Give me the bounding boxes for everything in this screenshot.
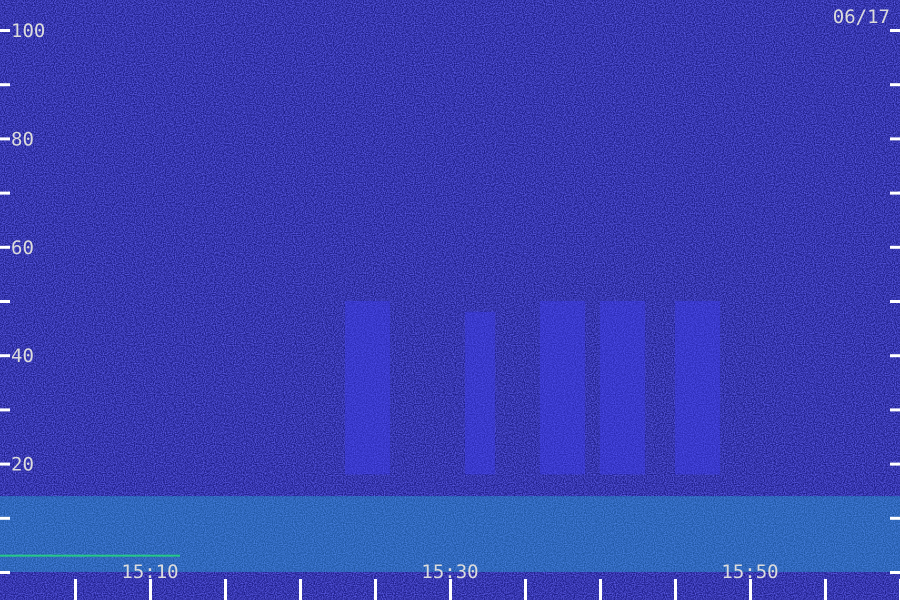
low-band-line	[0, 554, 180, 557]
signal-burst-2	[465, 311, 495, 475]
y-tick-right-10	[890, 516, 900, 520]
x-tick-major-9	[674, 579, 677, 600]
y-tick-right-40	[890, 354, 900, 358]
date-label: 06/17	[833, 6, 890, 28]
y-tick-left-50	[0, 300, 10, 303]
y-tick-left-30	[0, 408, 10, 412]
y-tick-left-40	[0, 354, 10, 358]
y-tick-left-70	[0, 191, 10, 195]
y-tick-right-0	[890, 571, 900, 574]
signal-burst-3	[540, 301, 585, 475]
y-tick-right-80	[890, 137, 900, 141]
y-tick-right-30	[890, 408, 900, 412]
y-tick-left-10	[0, 516, 10, 520]
signal-burst-1	[345, 301, 390, 475]
y-tick-left-60	[0, 245, 10, 249]
signal-burst-5	[675, 301, 720, 475]
y-tick-left-20	[0, 462, 10, 466]
y-tick-left-0	[0, 571, 10, 574]
y-tick-label: 40	[11, 345, 34, 367]
y-tick-label: 80	[11, 128, 34, 150]
y-tick-right-100	[890, 29, 900, 32]
y-tick-right-20	[890, 462, 900, 466]
x-tick-major-11	[824, 579, 827, 600]
y-tick-label: 60	[11, 237, 34, 259]
x-tick-major-3	[224, 579, 227, 600]
y-tick-label: 20	[11, 454, 34, 476]
x-tick-major-4	[299, 579, 302, 600]
x-tick-major-8	[599, 579, 602, 600]
spectrogram-chart: 20 40 60 80 100 15:10 15:30 15:50 06/17	[0, 0, 900, 600]
y-tick-right-70	[890, 191, 900, 195]
x-tick-label: 15:50	[721, 561, 778, 583]
x-tick-label: 15:10	[121, 561, 178, 583]
x-tick-label: 15:30	[421, 561, 478, 583]
x-tick-major-1	[74, 579, 77, 600]
y-tick-left-100	[0, 29, 10, 32]
y-tick-label: 100	[11, 20, 45, 42]
x-tick-major-7	[524, 579, 527, 600]
y-tick-left-90	[0, 83, 10, 87]
signal-burst-4	[600, 301, 645, 475]
y-tick-right-90	[890, 83, 900, 87]
y-tick-right-50	[890, 300, 900, 303]
y-tick-left-80	[0, 137, 10, 141]
y-tick-right-60	[890, 245, 900, 249]
x-tick-major-5	[374, 579, 377, 600]
